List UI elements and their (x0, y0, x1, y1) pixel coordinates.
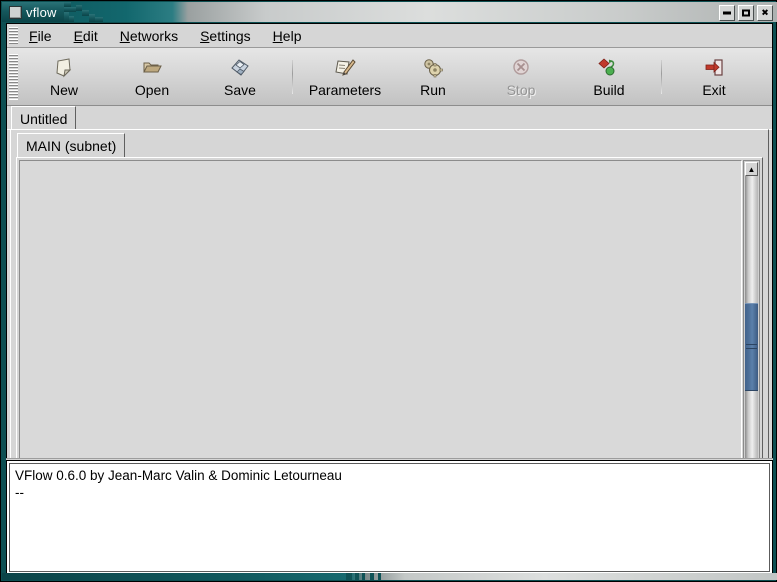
titlebar-dither-block (82, 10, 89, 16)
toolbar-label-stop: Stop (506, 81, 536, 98)
new-document-icon (51, 56, 77, 80)
chevron-up-icon: ▲ (747, 164, 756, 174)
toolbar-separator (292, 59, 293, 94)
toolbar-button-open[interactable]: Open (108, 48, 196, 105)
window-title: vflow (26, 5, 57, 20)
menu-item-help[interactable]: Help (262, 25, 313, 47)
close-icon: ✖ (761, 7, 769, 18)
toolbar-label-new: New (49, 81, 78, 98)
menu-bar: File Edit Networks Settings Help (7, 24, 772, 48)
menu-item-file[interactable]: File (18, 25, 63, 47)
menu-item-settings[interactable]: Settings (189, 25, 262, 47)
log-line: VFlow 0.6.0 by Jean-Marc Valin & Dominic… (15, 468, 342, 483)
titlebar-dither-block (95, 17, 103, 22)
title-bar[interactable]: vflow ✖ (2, 2, 777, 22)
toolbar: New Open Save Parameters Run Stop Build … (7, 48, 772, 106)
window-controls: ✖ (719, 5, 773, 21)
minimize-button[interactable] (719, 5, 735, 21)
save-floppy-icon (227, 56, 253, 80)
log-line: -- (15, 485, 24, 500)
build-shapes-icon (596, 56, 622, 80)
toolbar-button-build[interactable]: Build (565, 48, 653, 105)
document-tab-row: Untitled (7, 106, 772, 130)
parameters-pencil-icon (332, 56, 358, 80)
stop-circle-icon (508, 56, 534, 80)
vertical-scroll-thumb[interactable] (745, 303, 758, 391)
toolbar-button-run[interactable]: Run (389, 48, 477, 105)
tab-untitled[interactable]: Untitled (11, 106, 77, 130)
toolbar-button-parameters[interactable]: Parameters (301, 48, 389, 105)
titlebar-dither-block (69, 16, 74, 22)
toolbar-button-save[interactable]: Save (196, 48, 284, 105)
run-gears-icon (420, 56, 446, 80)
toolbar-separator (661, 59, 662, 94)
window-resize-grip[interactable] (2, 573, 777, 580)
menu-label: elp (282, 27, 302, 44)
application-window: vflow ✖ File Edit Networks Settings Help (0, 0, 777, 582)
menu-mnemonic: F (29, 27, 38, 44)
toolbar-button-stop[interactable]: Stop (477, 48, 565, 105)
menu-item-networks[interactable]: Networks (109, 25, 189, 47)
toolbar-button-exit[interactable]: Exit (670, 48, 758, 105)
maximize-button[interactable] (738, 5, 754, 21)
open-folder-icon (139, 56, 165, 80)
window-menu-icon[interactable] (9, 6, 22, 19)
tab-main-subnet-label: MAIN (subnet) (26, 138, 117, 154)
scroll-up-button[interactable]: ▲ (745, 162, 758, 176)
toolbar-label-run: Run (420, 81, 446, 98)
exit-door-icon (701, 56, 727, 80)
toolbar-button-new[interactable]: New (20, 48, 108, 105)
toolbar-drag-handle[interactable] (9, 53, 18, 100)
tab-untitled-label: Untitled (20, 111, 68, 127)
toolbar-label-save: Save (224, 81, 256, 98)
menu-label: ettings (209, 27, 251, 44)
menu-label: etworks (129, 27, 179, 44)
log-text-area[interactable]: VFlow 0.6.0 by Jean-Marc Valin & Dominic… (9, 463, 770, 572)
toolbar-label-open: Open (134, 81, 170, 98)
menu-item-edit[interactable]: Edit (63, 25, 109, 47)
toolbar-label-build: Build (593, 81, 625, 98)
log-panel: VFlow 0.6.0 by Jean-Marc Valin & Dominic… (6, 460, 773, 575)
menubar-drag-handle[interactable] (9, 26, 18, 45)
menu-mnemonic: E (73, 27, 83, 44)
menu-mnemonic: H (272, 27, 283, 44)
toolbar-label-exit: Exit (702, 81, 726, 98)
tab-main-subnet[interactable]: MAIN (subnet) (17, 133, 126, 157)
menu-label: ile (37, 27, 52, 44)
menu-mnemonic: N (119, 27, 130, 44)
menu-label: dit (82, 27, 98, 44)
close-button[interactable]: ✖ (757, 5, 773, 21)
toolbar-label-parameters: Parameters (308, 81, 382, 98)
